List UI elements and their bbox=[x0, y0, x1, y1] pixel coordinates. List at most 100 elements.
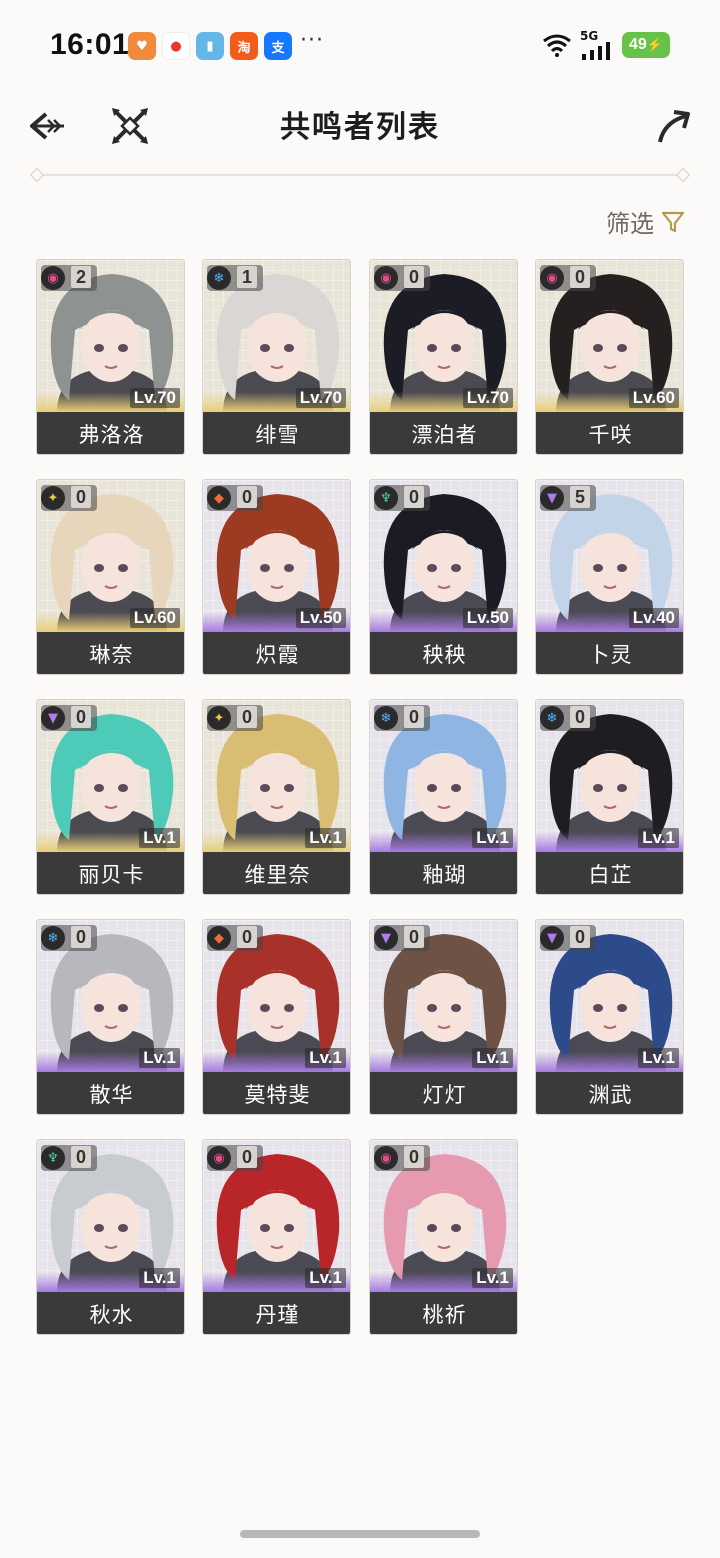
character-level: Lv.70 bbox=[129, 388, 180, 408]
resonance-chain-count: 0 bbox=[404, 1146, 424, 1168]
character-level: Lv.1 bbox=[638, 1048, 679, 1068]
character-name: 弗洛洛 bbox=[37, 412, 184, 454]
character-card[interactable]: ♆ 0 Lv.50 秧秧 bbox=[369, 479, 518, 675]
character-level: Lv.1 bbox=[472, 1048, 513, 1068]
resonance-chain-count: 0 bbox=[404, 486, 424, 508]
home-indicator[interactable] bbox=[240, 1530, 480, 1538]
fusion-element-icon: ◆ bbox=[207, 486, 231, 510]
glacio-element-icon: ❄ bbox=[41, 926, 65, 950]
havoc-element-icon: ◉ bbox=[207, 1146, 231, 1170]
resonance-chain-count: 0 bbox=[570, 706, 590, 728]
resonance-chain-count: 0 bbox=[237, 926, 257, 948]
havoc-element-icon: ◉ bbox=[374, 1146, 398, 1170]
character-level: Lv.50 bbox=[462, 608, 513, 628]
status-bar: 16:01 ♥ ● ▮ 淘 支 ··· 5G 49 ⚡ bbox=[0, 0, 720, 92]
battery-level: 49 bbox=[629, 36, 647, 53]
character-level: Lv.1 bbox=[305, 1048, 346, 1068]
character-name: 莫特斐 bbox=[203, 1072, 350, 1114]
heart-app-icon: ♥ bbox=[128, 32, 156, 60]
electro-element-icon: ▼ bbox=[374, 926, 398, 950]
status-time: 16:01 bbox=[50, 28, 130, 61]
signal-icon bbox=[582, 42, 610, 60]
character-card[interactable]: ◉ 0 Lv.60 千咲 bbox=[535, 259, 684, 455]
character-level: Lv.1 bbox=[305, 1268, 346, 1288]
character-name: 千咲 bbox=[536, 412, 683, 454]
electro-element-icon: ▼ bbox=[540, 926, 564, 950]
share-arrow-icon bbox=[658, 110, 690, 143]
resonance-chain-count: 0 bbox=[71, 706, 91, 728]
character-card[interactable]: ❄ 0 Lv.1 釉瑚 bbox=[369, 699, 518, 895]
resonance-chain-count: 0 bbox=[71, 1146, 91, 1168]
character-card[interactable]: ◉ 0 Lv.1 桃祈 bbox=[369, 1139, 518, 1335]
havoc-element-icon: ◉ bbox=[41, 266, 65, 290]
character-card[interactable]: ▼ 5 Lv.40 卜灵 bbox=[535, 479, 684, 675]
character-card[interactable]: ◆ 0 Lv.50 炽霞 bbox=[202, 479, 351, 675]
resonance-chain-count: 0 bbox=[404, 706, 424, 728]
character-level: Lv.1 bbox=[139, 1268, 180, 1288]
character-name: 丽贝卡 bbox=[37, 852, 184, 894]
character-name: 琳奈 bbox=[37, 632, 184, 674]
character-card[interactable]: ◉ 0 Lv.70 漂泊者 bbox=[369, 259, 518, 455]
glacio-element-icon: ❄ bbox=[540, 706, 564, 730]
character-card[interactable]: ✦ 0 Lv.60 琳奈 bbox=[36, 479, 185, 675]
resonance-chain-count: 0 bbox=[237, 1146, 257, 1168]
page-title: 共鸣者列表 bbox=[280, 110, 440, 145]
map-app-icon: ● bbox=[162, 32, 190, 60]
character-card[interactable]: ▼ 0 Lv.1 灯灯 bbox=[369, 919, 518, 1115]
header-divider bbox=[29, 167, 691, 183]
character-name: 维里奈 bbox=[203, 852, 350, 894]
resonance-chain-count: 2 bbox=[71, 266, 91, 288]
resonance-chain-count: 0 bbox=[404, 266, 424, 288]
character-level: Lv.1 bbox=[472, 1268, 513, 1288]
cellular: 5G bbox=[580, 30, 614, 60]
character-level: Lv.1 bbox=[139, 828, 180, 848]
character-card[interactable]: ♆ 0 Lv.1 秋水 bbox=[36, 1139, 185, 1335]
character-name: 卜灵 bbox=[536, 632, 683, 674]
character-card[interactable]: ❄ 1 Lv.70 绯雪 bbox=[202, 259, 351, 455]
fusion-element-icon: ◆ bbox=[207, 926, 231, 950]
character-level: Lv.50 bbox=[295, 608, 346, 628]
character-card[interactable]: ❄ 0 Lv.1 白芷 bbox=[535, 699, 684, 895]
character-card[interactable]: ◉ 0 Lv.1 丹瑾 bbox=[202, 1139, 351, 1335]
character-card[interactable]: ✦ 0 Lv.1 维里奈 bbox=[202, 699, 351, 895]
taobao-app-icon: 淘 bbox=[230, 32, 258, 60]
character-level: Lv.70 bbox=[462, 388, 513, 408]
resonance-chain-count: 0 bbox=[570, 926, 590, 948]
character-name: 漂泊者 bbox=[370, 412, 517, 454]
network-label: 5G bbox=[580, 29, 599, 43]
character-card[interactable]: ◆ 0 Lv.1 莫特斐 bbox=[202, 919, 351, 1115]
character-name: 散华 bbox=[37, 1072, 184, 1114]
spectro-element-icon: ✦ bbox=[41, 486, 65, 510]
resonance-chain-count: 0 bbox=[71, 926, 91, 948]
character-level: Lv.1 bbox=[139, 1048, 180, 1068]
alipay-app-icon: 支 bbox=[264, 32, 292, 60]
character-name: 丹瑾 bbox=[203, 1292, 350, 1334]
filter-label: 筛选 bbox=[606, 210, 654, 238]
character-card[interactable]: ❄ 0 Lv.1 散华 bbox=[36, 919, 185, 1115]
wifi-icon bbox=[543, 34, 571, 57]
character-card[interactable]: ▼ 0 Lv.1 丽贝卡 bbox=[36, 699, 185, 895]
electro-element-icon: ▼ bbox=[41, 706, 65, 730]
filter-button[interactable]: 筛选 bbox=[606, 204, 686, 239]
character-card[interactable]: ▼ 0 Lv.1 渊武 bbox=[535, 919, 684, 1115]
character-card[interactable]: ◉ 2 Lv.70 弗洛洛 bbox=[36, 259, 185, 455]
character-level: Lv.60 bbox=[628, 388, 679, 408]
resonance-chain-count: 1 bbox=[237, 266, 257, 288]
aero-element-icon: ♆ bbox=[374, 486, 398, 510]
character-level: Lv.60 bbox=[129, 608, 180, 628]
battery-indicator: 49 ⚡ bbox=[622, 32, 670, 58]
spectro-element-icon: ✦ bbox=[207, 706, 231, 730]
share-button[interactable] bbox=[652, 104, 696, 148]
resonance-chain-count: 5 bbox=[570, 486, 590, 508]
resonance-chain-count: 0 bbox=[237, 706, 257, 728]
book-app-icon: ▮ bbox=[196, 32, 224, 60]
character-name: 釉瑚 bbox=[370, 852, 517, 894]
character-name: 绯雪 bbox=[203, 412, 350, 454]
character-name: 秧秧 bbox=[370, 632, 517, 674]
character-name: 炽霞 bbox=[203, 632, 350, 674]
status-right: 5G 49 ⚡ bbox=[542, 30, 670, 60]
havoc-element-icon: ◉ bbox=[540, 266, 564, 290]
character-level: Lv.70 bbox=[295, 388, 346, 408]
character-name: 白芷 bbox=[536, 852, 683, 894]
aero-element-icon: ♆ bbox=[41, 1146, 65, 1170]
